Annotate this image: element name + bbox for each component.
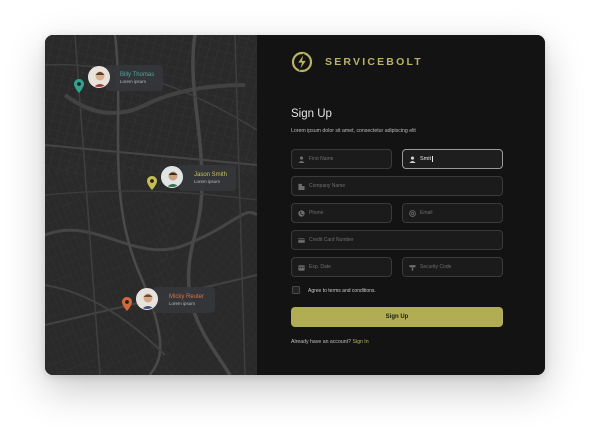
user-card-jason[interactable]: Jason Smith Lorem ipsum: [178, 165, 236, 191]
text-caret: [432, 156, 433, 162]
page-title: Sign Up: [291, 108, 332, 120]
user-subtitle: Lorem ipsum: [194, 179, 221, 184]
location-pin-icon[interactable]: [147, 176, 157, 190]
brand-name: SERVICEBOLT: [325, 56, 423, 68]
signin-prompt-text: Already have an account?: [291, 339, 351, 345]
user-subtitle: Lorem ipsum: [120, 79, 147, 84]
bolt-circle-icon: [291, 51, 313, 73]
user-card-micky[interactable]: Micky Reuter Lorem ipsum: [153, 287, 215, 313]
phone-icon: [298, 209, 305, 217]
signup-card: Billy Thomas Lorem ipsum Jason Smith Lor…: [45, 35, 545, 375]
credit-card-icon: [298, 237, 305, 243]
location-pin-icon[interactable]: [74, 79, 84, 93]
avatar: [136, 288, 158, 310]
phone-placeholder: Phone: [309, 210, 324, 216]
company-name-field[interactable]: Company Name: [291, 176, 503, 196]
user-name: Micky Reuter: [169, 294, 205, 300]
credit-card-field[interactable]: Credit Card Number: [291, 230, 503, 250]
email-placeholder: Email: [420, 210, 433, 216]
exp-date-field[interactable]: Exp. Date: [291, 257, 392, 277]
brand-logo: SERVICEBOLT: [291, 51, 423, 73]
location-pin-icon[interactable]: [122, 297, 132, 311]
last-name-value: Smit: [420, 156, 431, 162]
signup-button[interactable]: Sign Up: [291, 307, 503, 327]
building-icon: [298, 183, 305, 190]
avatar: [88, 66, 110, 88]
user-subtitle: Lorem ipsum: [169, 301, 196, 306]
user-name: Jason Smith: [194, 172, 228, 178]
security-code-field[interactable]: Security Code: [402, 257, 503, 277]
signup-form-panel: SERVICEBOLT Sign Up Lorem ipsum dolor si…: [257, 35, 545, 375]
user-icon: [298, 156, 305, 163]
signin-link[interactable]: Sign In: [352, 339, 368, 345]
key-icon: [409, 264, 416, 271]
user-name: Billy Thomas: [120, 72, 155, 78]
map-panel[interactable]: Billy Thomas Lorem ipsum Jason Smith Lor…: [45, 35, 257, 375]
user-icon: [409, 156, 416, 163]
first-name-placeholder: First Name: [309, 156, 334, 162]
last-name-field[interactable]: Smit: [402, 149, 503, 169]
signup-button-label: Sign Up: [385, 314, 409, 320]
company-name-placeholder: Company Name: [309, 183, 346, 189]
phone-field[interactable]: Phone: [291, 203, 392, 223]
terms-label[interactable]: Agree to terms and conditions.: [308, 288, 376, 294]
page-subtitle: Lorem ipsum dolor sit amet, consectetur …: [291, 128, 416, 134]
email-field[interactable]: Email: [402, 203, 503, 223]
exp-date-placeholder: Exp. Date: [309, 264, 331, 270]
credit-card-placeholder: Credit Card Number: [309, 237, 354, 243]
user-card-billy[interactable]: Billy Thomas Lorem ipsum: [105, 65, 163, 91]
calendar-icon: [298, 264, 305, 271]
avatar: [161, 166, 183, 188]
security-code-placeholder: Security Code: [420, 264, 452, 270]
at-sign-icon: [409, 209, 416, 217]
terms-checkbox[interactable]: [292, 286, 300, 294]
first-name-field[interactable]: First Name: [291, 149, 392, 169]
signin-prompt: Already have an account? Sign In: [291, 339, 369, 345]
